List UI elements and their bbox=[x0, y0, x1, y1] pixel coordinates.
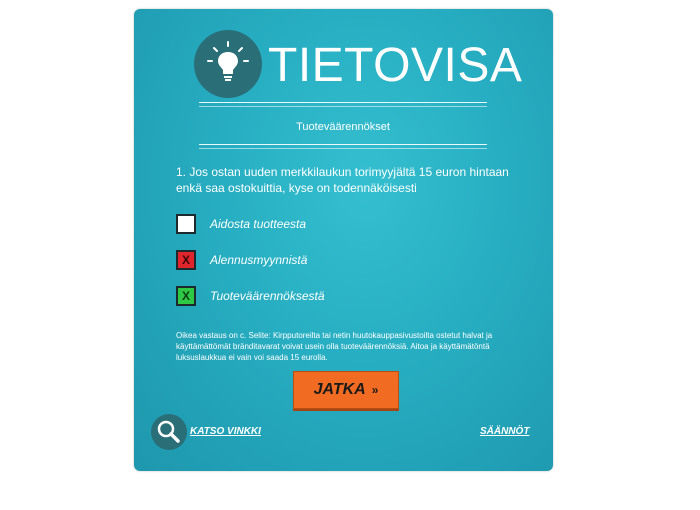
show-hint-link[interactable]: KATSO VINKKI bbox=[190, 426, 261, 437]
continue-label: JATKA bbox=[313, 381, 366, 398]
continue-button[interactable]: JATKA » bbox=[293, 371, 399, 409]
lightbulb-icon bbox=[207, 41, 249, 81]
answer-label: Alennusmyynnistä bbox=[210, 253, 308, 267]
answer-label: Tuoteväärennöksestä bbox=[210, 289, 325, 303]
title-divider-top bbox=[199, 102, 487, 103]
answer-explanation: Oikea vastaus on c. Selite: Kirpputoreil… bbox=[176, 331, 493, 362]
chevron-right-icon: » bbox=[371, 383, 379, 397]
title-divider-bottom bbox=[199, 144, 487, 145]
app-title: TIETOVISA bbox=[268, 39, 523, 92]
answer-label: Aidosta tuotteesta bbox=[210, 217, 307, 231]
hint-badge[interactable] bbox=[151, 414, 187, 450]
logo-badge bbox=[194, 30, 262, 98]
checkbox-wrong[interactable]: X bbox=[176, 250, 196, 270]
checkbox-correct[interactable]: X bbox=[176, 286, 196, 306]
title-divider-bottom-2 bbox=[199, 148, 487, 149]
quiz-topic: Tuoteväärennökset bbox=[296, 121, 390, 133]
rules-link[interactable]: SÄÄNNÖT bbox=[480, 426, 529, 437]
checkbox-unselected[interactable] bbox=[176, 214, 196, 234]
question-text: 1. Jos ostan uuden merkkilaukun torimyyj… bbox=[176, 165, 509, 195]
search-icon bbox=[157, 420, 180, 443]
title-divider-top-2 bbox=[199, 106, 487, 107]
